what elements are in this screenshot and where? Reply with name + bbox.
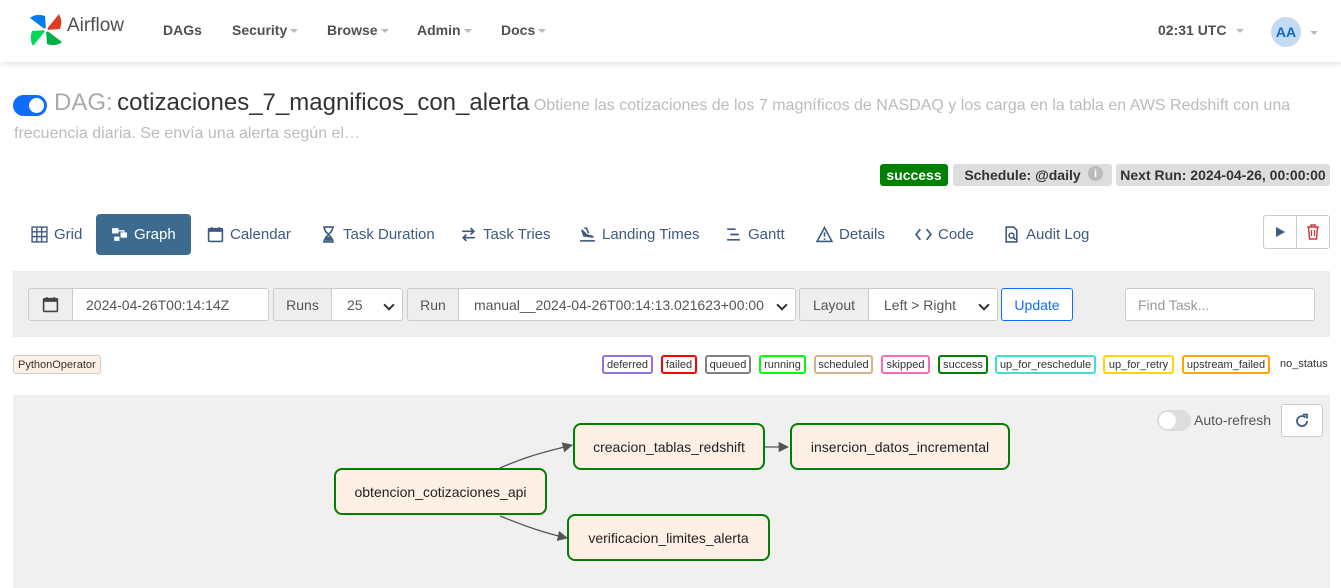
edge-obtencion-to-creacion: [499, 442, 574, 469]
task-node-verificacion-limites-alerta[interactable]: verificacion_limites_alerta: [567, 514, 770, 561]
dag-edges: [499, 441, 790, 541]
refresh-button[interactable]: [1281, 404, 1323, 437]
task-node-insercion-datos-incremental[interactable]: insercion_datos_incremental: [790, 423, 1010, 470]
task-node-creacion-tablas-redshift[interactable]: creacion_tablas_redshift: [573, 423, 765, 470]
edge-obtencion-to-verificacion: [499, 515, 569, 541]
auto-refresh-toggle[interactable]: [1157, 410, 1191, 431]
toggle-knob: [1159, 412, 1176, 429]
auto-refresh-label: Auto-refresh: [1194, 412, 1272, 428]
task-node-obtencion-cotizaciones-api[interactable]: obtencion_cotizaciones_api: [334, 468, 547, 515]
refresh-icon: [1296, 413, 1308, 427]
